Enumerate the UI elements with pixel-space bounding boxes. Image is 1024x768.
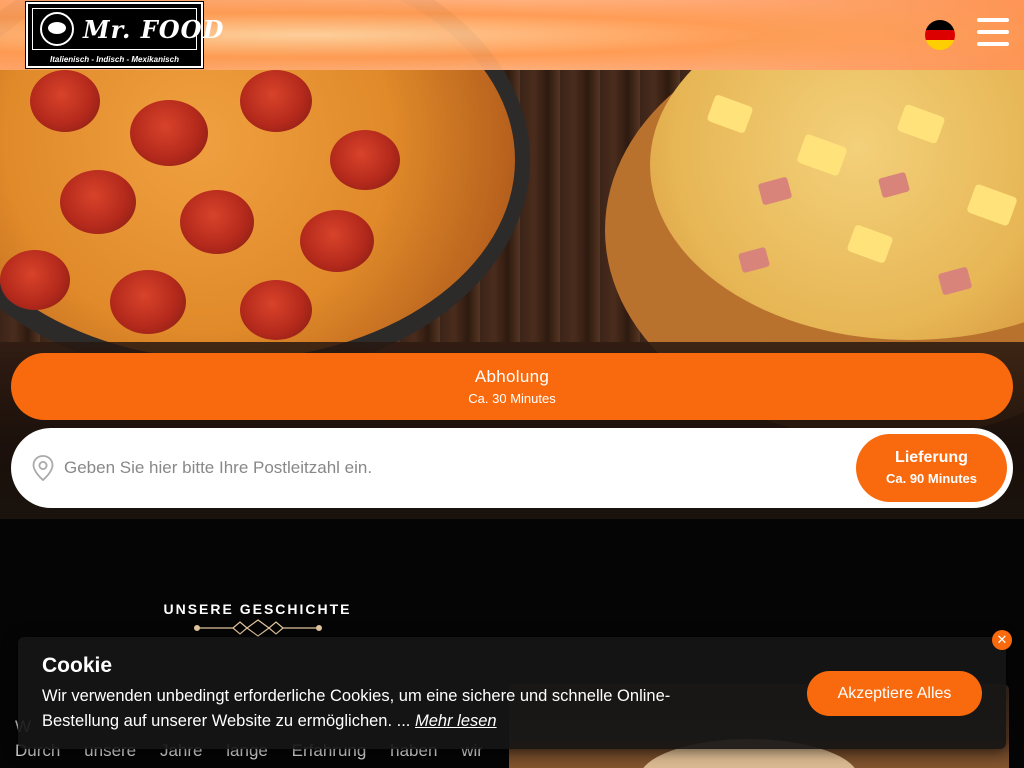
cookie-title: Cookie [42, 654, 113, 677]
logo-title: Mr. FOOD [83, 15, 225, 44]
hamburger-menu-icon[interactable] [977, 18, 1009, 50]
location-pin-icon [32, 455, 54, 481]
ornament-divider-icon [194, 619, 322, 637]
cookie-banner: Cookie Wir verwenden unbedingt erforderl… [18, 637, 1006, 749]
pickup-time: Ca. 30 Minutes [468, 391, 556, 406]
logo[interactable]: Mr. FOOD Italienisch - Indisch - Mexikan… [25, 1, 223, 69]
zip-code-input[interactable] [64, 452, 784, 484]
delivery-button[interactable]: Lieferung Ca. 90 Minutes [856, 434, 1007, 502]
zip-search-bar: Lieferung Ca. 90 Minutes [11, 428, 1013, 508]
german-flag-icon[interactable] [925, 20, 955, 50]
story-heading: UNSERE GESCHICHTE [163, 601, 352, 617]
cookie-message: Wir verwenden unbedingt erforderliche Co… [42, 687, 671, 730]
close-icon[interactable]: ✕ [992, 630, 1012, 650]
pickup-label: Abholung [474, 367, 550, 386]
delivery-label: Lieferung [895, 449, 968, 466]
read-more-link[interactable]: Mehr lesen [415, 712, 497, 730]
logo-subtitle: Italienisch - Indisch - Mexikanisch [50, 55, 179, 64]
cookie-text: Wir verwenden unbedingt erforderliche Co… [42, 684, 742, 734]
delivery-time: Ca. 90 Minutes [885, 471, 978, 486]
accept-all-button[interactable]: Akzeptiere Alles [807, 671, 982, 716]
pickup-button[interactable]: Abholung Ca. 30 Minutes [11, 353, 1013, 420]
logo-emblem-icon [40, 12, 74, 46]
